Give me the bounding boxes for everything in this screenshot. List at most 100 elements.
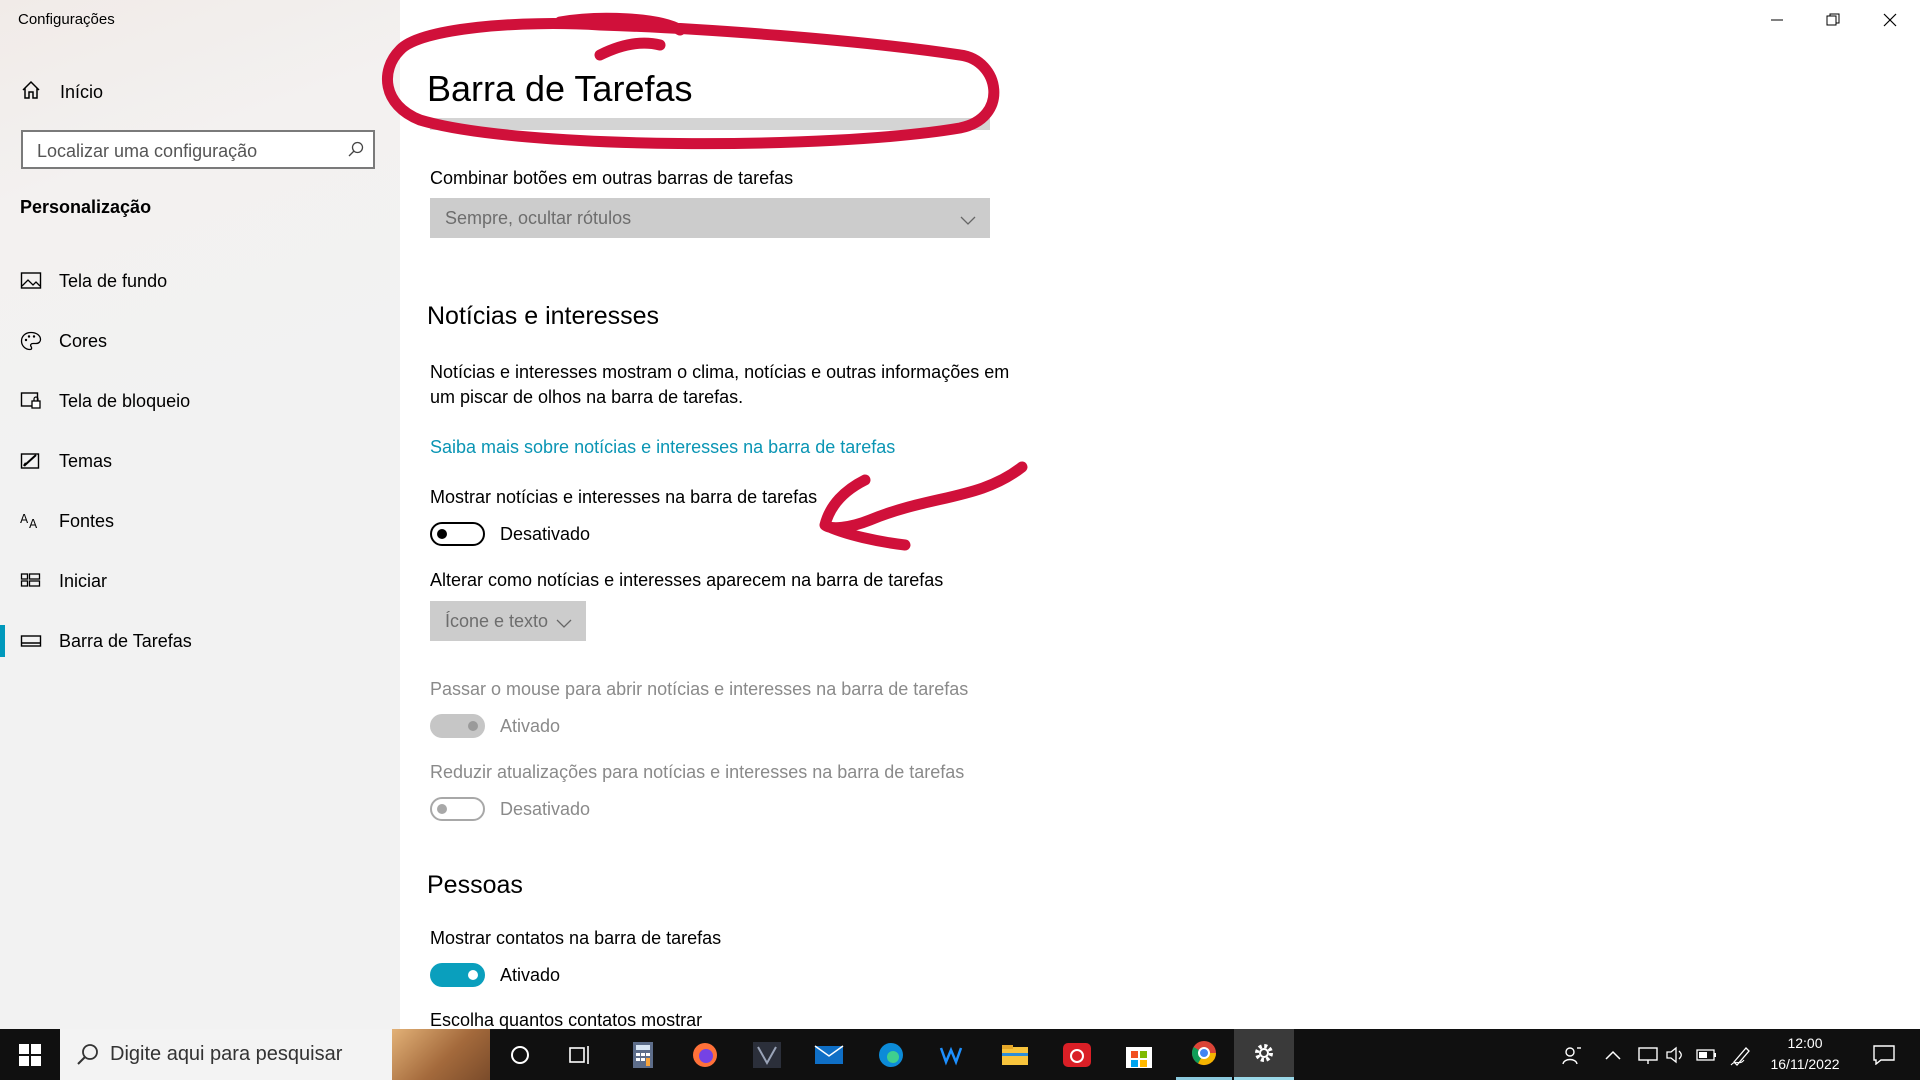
themes-icon <box>20 451 42 471</box>
clock-date: 16/11/2022 <box>1770 1056 1840 1072</box>
pen-icon[interactable] <box>1726 1029 1756 1080</box>
calculator-icon[interactable] <box>618 1029 668 1080</box>
start-icon <box>20 571 42 591</box>
toggle-knob <box>468 970 478 980</box>
picture-icon <box>20 271 42 291</box>
file-explorer-icon[interactable] <box>990 1029 1040 1080</box>
home-icon <box>20 79 42 106</box>
search-icon <box>76 1042 100 1071</box>
home-link[interactable]: Início <box>20 80 103 104</box>
toggle-knob <box>437 529 447 539</box>
network-icon[interactable] <box>1634 1029 1662 1080</box>
chevron-down-icon <box>556 613 572 634</box>
people-heading: Pessoas <box>427 871 523 899</box>
settings-search-input[interactable] <box>35 139 339 163</box>
sidebar-item-label: Temas <box>59 450 113 471</box>
close-button[interactable] <box>1870 8 1910 32</box>
sidebar-item-background[interactable]: Tela de fundo <box>0 259 400 303</box>
clock-time: 12:00 <box>1787 1035 1823 1051</box>
contacts-label: Mostrar contatos na barra de tarefas <box>430 928 722 948</box>
svg-text:A: A <box>29 517 38 531</box>
search-highlight-image <box>392 1029 490 1080</box>
learn-more-link[interactable]: Saiba mais sobre notícias e interesses n… <box>430 437 895 458</box>
task-view-icon[interactable] <box>555 1029 605 1080</box>
start-button[interactable] <box>0 1029 60 1080</box>
notifications-icon[interactable] <box>1862 1029 1906 1080</box>
chrome-icon[interactable] <box>1176 1029 1232 1080</box>
firefox-icon[interactable] <box>680 1029 730 1080</box>
hover-label: Passar o mouse para abrir notícias e int… <box>430 679 969 699</box>
sidebar-item-themes[interactable]: Temas <box>0 439 400 483</box>
appearance-value: Ícone e texto <box>445 611 549 631</box>
minimize-icon <box>1771 19 1783 21</box>
close-icon <box>1883 13 1897 27</box>
hover-toggle[interactable] <box>430 714 485 738</box>
sidebar: Configurações Início Personalização Tela… <box>0 0 400 1029</box>
mail-icon[interactable] <box>804 1029 854 1080</box>
annotation-arrow <box>819 461 1028 551</box>
chevron-down-icon <box>960 210 976 231</box>
store-icon[interactable] <box>1114 1029 1164 1080</box>
taskbar: Digite aqui para pesquisar 12:00 16/11/2… <box>0 1029 1920 1080</box>
search-icon[interactable] <box>348 141 364 162</box>
appearance-dropdown[interactable]: Ícone e texto <box>430 601 586 641</box>
home-label: Início <box>60 81 104 102</box>
appearance-label: Alterar como notícias e interesses apare… <box>430 570 944 590</box>
contacts-toggle[interactable] <box>430 963 485 987</box>
hover-state: Ativado <box>500 716 561 736</box>
sidebar-item-colors[interactable]: Cores <box>0 319 400 363</box>
show-news-label: Mostrar notícias e interesses na barra d… <box>430 487 818 507</box>
active-indicator <box>0 625 5 657</box>
sidebar-item-fonts[interactable]: AA Fontes <box>0 499 400 543</box>
edge-icon[interactable] <box>866 1029 916 1080</box>
svg-text:A: A <box>20 512 29 526</box>
show-news-state: Desativado <box>500 524 591 544</box>
windows-logo-icon <box>19 1043 41 1066</box>
news-description-line: um piscar de olhos na barra de tarefas. <box>430 387 744 407</box>
sidebar-item-label: Tela de fundo <box>59 270 168 291</box>
reduce-label: Reduzir atualizações para notícias e int… <box>430 762 965 782</box>
palette-icon <box>20 331 42 351</box>
combine-label: Combinar botões em outras barras de tare… <box>430 168 794 188</box>
fonts-icon: AA <box>20 511 42 531</box>
settings-icon[interactable] <box>1234 1029 1294 1080</box>
sidebar-item-start[interactable]: Iniciar <box>0 559 400 603</box>
reduce-state: Desativado <box>500 799 591 819</box>
creative-cloud-icon[interactable] <box>1052 1029 1102 1080</box>
minimize-button[interactable] <box>1757 8 1797 32</box>
taskbar-icon <box>20 631 42 651</box>
contacts-state: Ativado <box>500 965 561 985</box>
predator-icon[interactable] <box>742 1029 792 1080</box>
contacts-count-label: Escolha quantos contatos mostrar <box>430 1010 703 1030</box>
waves-icon[interactable] <box>928 1029 978 1080</box>
section-title: Personalização <box>20 197 152 217</box>
news-heading: Notícias e interesses <box>427 302 660 330</box>
reduce-toggle[interactable] <box>430 797 485 821</box>
news-description: Notícias e interesses mostram o clima, n… <box>430 360 1009 410</box>
combine-dropdown[interactable]: Sempre, ocultar rótulos <box>430 198 990 238</box>
lock-screen-icon <box>20 391 42 411</box>
people-icon[interactable] <box>1555 1029 1589 1080</box>
clock[interactable]: 12:00 16/11/2022 <box>1760 1033 1850 1075</box>
show-news-toggle[interactable] <box>430 522 485 546</box>
restore-button[interactable] <box>1813 8 1853 32</box>
battery-icon[interactable] <box>1692 1029 1722 1080</box>
cortana-icon[interactable] <box>495 1029 545 1080</box>
sidebar-item-label: Iniciar <box>59 570 108 591</box>
taskbar-search[interactable]: Digite aqui para pesquisar <box>60 1029 490 1080</box>
settings-search[interactable] <box>21 130 375 169</box>
combine-value: Sempre, ocultar rótulos <box>445 208 632 228</box>
window-title: Configurações <box>18 11 115 28</box>
restore-icon <box>1826 13 1840 26</box>
title-underlay <box>430 118 990 130</box>
news-description-line: Notícias e interesses mostram o clima, n… <box>430 362 1010 382</box>
sidebar-item-label: Barra de Tarefas <box>59 630 192 651</box>
sidebar-item-label: Cores <box>59 330 108 351</box>
toggle-knob <box>437 804 447 814</box>
chevron-up-icon[interactable] <box>1600 1029 1626 1080</box>
page-title: Barra de Tarefas <box>427 68 693 109</box>
sidebar-item-lock-screen[interactable]: Tela de bloqueio <box>0 379 400 423</box>
sidebar-item-taskbar[interactable]: Barra de Tarefas <box>0 619 400 663</box>
taskbar-search-placeholder: Digite aqui para pesquisar <box>110 1043 343 1065</box>
volume-icon[interactable] <box>1662 1029 1690 1080</box>
